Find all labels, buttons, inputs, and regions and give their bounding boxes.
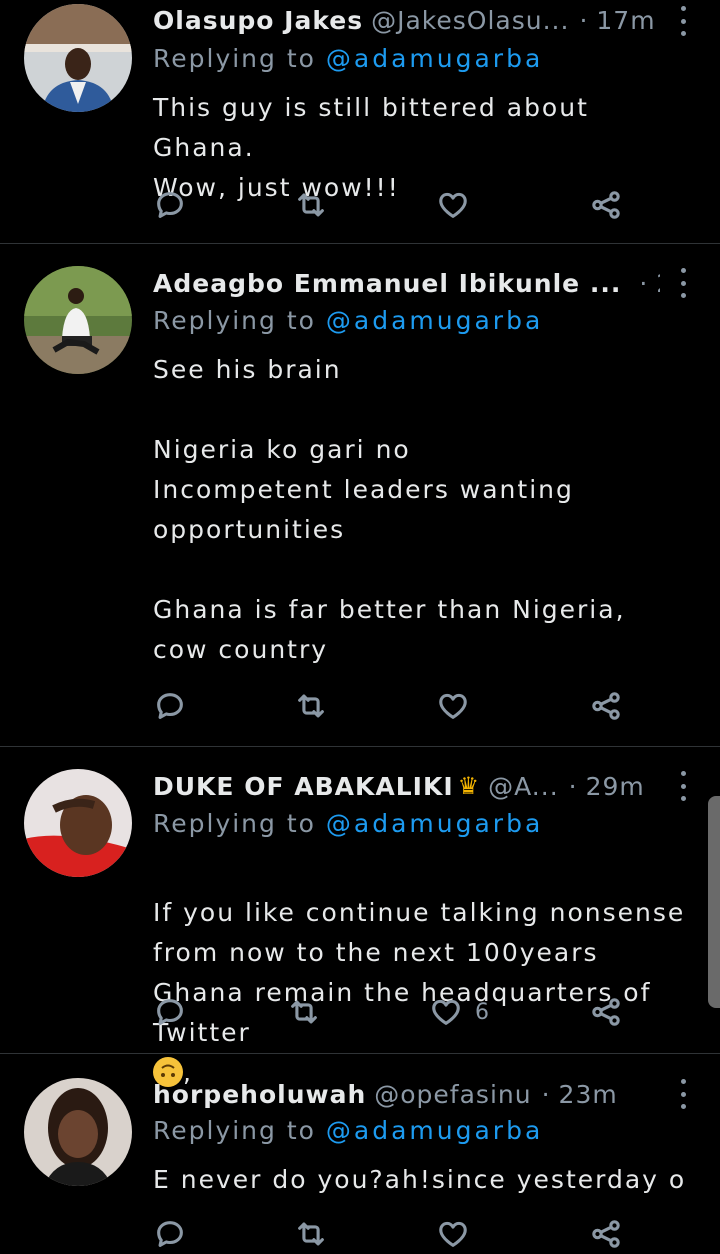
reply-icon: [157, 192, 183, 218]
replying-to: Replying to @adamugarba: [153, 306, 543, 335]
more-vertical-icon[interactable]: [680, 268, 686, 298]
tweet-header: horpeholuwah @opefasinu · 23m: [153, 1076, 660, 1112]
scrollbar[interactable]: [708, 796, 720, 1008]
share-button[interactable]: [589, 689, 623, 723]
replying-label: Replying to: [153, 809, 316, 838]
reply-icon: [157, 693, 183, 719]
share-icon: [592, 692, 620, 720]
heart-icon: [438, 693, 467, 719]
separator-dot: ·: [568, 771, 578, 801]
tweet-header: DUKE OF ABAKALIKI ♛ @A... · 29m: [153, 768, 660, 804]
tweet-actions: [153, 1214, 623, 1254]
retweet-icon: [298, 694, 325, 718]
separator-dot: ·: [541, 1079, 551, 1109]
timestamp: 29m: [585, 771, 645, 801]
timestamp: 23m: [558, 1079, 618, 1109]
more-vertical-icon[interactable]: [680, 6, 686, 36]
reply-button[interactable]: [153, 1217, 187, 1251]
tweet[interactable]: horpeholuwah @opefasinu · 23m Replying t…: [0, 1054, 720, 1248]
user-handle[interactable]: @opefasinu: [374, 1080, 531, 1109]
heart-icon: [432, 999, 460, 1025]
heart-icon: [438, 1221, 467, 1247]
reply-icon: [157, 999, 183, 1025]
retweet-button[interactable]: [294, 689, 328, 723]
share-icon: [592, 998, 620, 1026]
timestamp: 24m: [656, 269, 660, 298]
replying-label: Replying to: [153, 306, 316, 335]
retweet-button[interactable]: [287, 995, 321, 1029]
avatar[interactable]: [24, 1078, 132, 1186]
tweet-header: Adeagbo Emmanuel Ibikunle ... · 24m: [153, 265, 660, 301]
like-button[interactable]: [436, 1217, 482, 1251]
retweet-button[interactable]: [294, 1217, 328, 1251]
retweet-icon: [298, 193, 325, 217]
avatar[interactable]: [24, 266, 132, 374]
timestamp: 17m: [596, 5, 656, 35]
like-button[interactable]: 6: [429, 995, 489, 1029]
tweet-text: E never do you?ah!since yesterday o: [153, 1165, 687, 1194]
share-button[interactable]: [589, 995, 623, 1029]
user-handle[interactable]: @A...: [488, 772, 559, 801]
tweet[interactable]: DUKE OF ABAKALIKI ♛ @A... · 29m Replying…: [0, 747, 720, 1087]
display-name[interactable]: DUKE OF ABAKALIKI: [153, 772, 454, 801]
retweet-icon: [298, 1222, 325, 1246]
tweet-actions: [153, 686, 623, 726]
retweet-button[interactable]: [294, 188, 328, 222]
mention-link[interactable]: @adamugarba: [326, 44, 543, 73]
share-button[interactable]: [589, 188, 623, 222]
mention-link[interactable]: @adamugarba: [326, 809, 543, 838]
share-icon: [592, 191, 620, 219]
tweet-text: See his brain Nigeria ko gari no Incompe…: [153, 355, 626, 664]
separator-dot: ·: [579, 5, 589, 35]
reply-button[interactable]: [153, 995, 187, 1029]
like-count: 6: [475, 999, 489, 1025]
avatar[interactable]: [24, 769, 132, 877]
like-button[interactable]: [436, 188, 482, 222]
avatar[interactable]: [24, 4, 132, 112]
share-button[interactable]: [589, 1217, 623, 1251]
replying-label: Replying to: [153, 44, 316, 73]
display-name[interactable]: Adeagbo Emmanuel Ibikunle ...: [153, 269, 621, 298]
replying-label: Replying to: [153, 1116, 316, 1145]
tweet-actions: 6: [153, 992, 623, 1032]
tweet[interactable]: Olasupo Jakes @JakesOlasu... · 17m Reply…: [0, 0, 720, 244]
replying-to: Replying to @adamugarba: [153, 1116, 543, 1145]
tweet-header: Olasupo Jakes @JakesOlasu... · 17m: [153, 2, 660, 38]
share-icon: [592, 1220, 620, 1248]
replying-to: Replying to @adamugarba: [153, 44, 543, 73]
user-handle[interactable]: @JakesOlasu...: [371, 6, 569, 35]
tweet[interactable]: Adeagbo Emmanuel Ibikunle ... · 24m Repl…: [0, 244, 720, 747]
replying-to: Replying to @adamugarba: [153, 809, 543, 838]
tweet-actions: [153, 185, 623, 225]
mention-link[interactable]: @adamugarba: [326, 1116, 543, 1145]
reply-button[interactable]: [153, 689, 187, 723]
reply-button[interactable]: [153, 188, 187, 222]
mention-link[interactable]: @adamugarba: [326, 306, 543, 335]
more-vertical-icon[interactable]: [680, 1079, 686, 1109]
separator-dot: ·: [639, 268, 649, 298]
like-button[interactable]: [436, 689, 482, 723]
display-name[interactable]: horpeholuwah: [153, 1080, 366, 1109]
more-vertical-icon[interactable]: [680, 771, 686, 801]
display-name[interactable]: Olasupo Jakes: [153, 6, 363, 35]
crown-emoji-icon: ♛: [457, 772, 481, 800]
heart-icon: [438, 192, 467, 218]
reply-icon: [157, 1221, 183, 1247]
retweet-icon: [291, 1000, 317, 1024]
